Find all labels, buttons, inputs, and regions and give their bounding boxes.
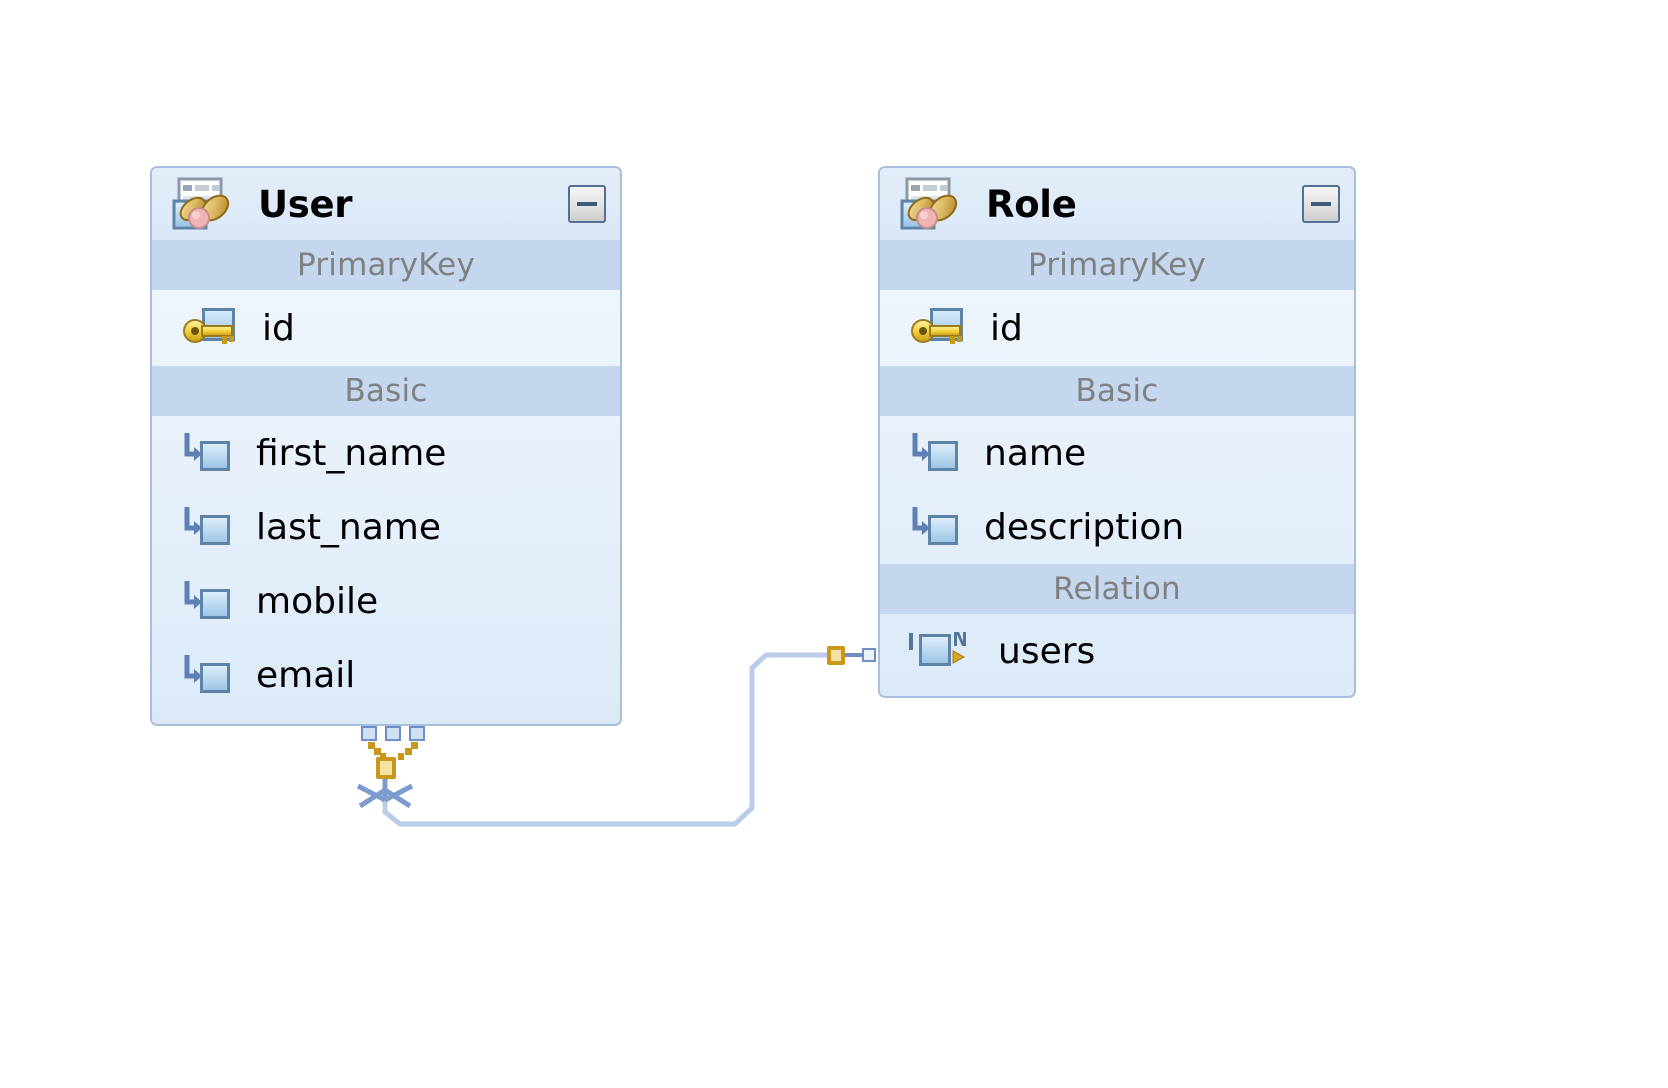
attribute-label-users: users — [998, 630, 1096, 672]
attribute-label-id: id — [262, 307, 295, 349]
primary-key-icon — [910, 305, 968, 351]
section-header-primarykey: PrimaryKey — [880, 240, 1354, 290]
entity-bean-icon — [168, 175, 232, 233]
attribute-row-id[interactable]: id — [152, 290, 620, 366]
section-header-basic: Basic — [880, 366, 1354, 416]
attribute-label-last-name: last_name — [256, 506, 442, 548]
attribute-row-description[interactable]: description — [880, 490, 1354, 564]
attribute-row-email[interactable]: email — [152, 638, 620, 712]
field-icon — [182, 652, 234, 698]
entity-user[interactable]: User PrimaryKey id Basic first_name last… — [150, 166, 622, 726]
entity-role-header[interactable]: Role — [880, 168, 1354, 240]
entity-user-title: User — [258, 182, 353, 226]
entity-role-collapse-button[interactable] — [1302, 185, 1340, 223]
attribute-row-last-name[interactable]: last_name — [152, 490, 620, 564]
attribute-label-email: email — [256, 654, 356, 696]
entity-bean-icon — [896, 175, 960, 233]
one-to-many-relation-icon — [904, 627, 970, 675]
entity-user-collapse-button[interactable] — [568, 185, 606, 223]
attribute-label-name: name — [984, 432, 1087, 474]
minus-icon — [577, 202, 597, 206]
section-header-relation: Relation — [880, 564, 1354, 614]
section-header-primarykey: PrimaryKey — [152, 240, 620, 290]
attribute-label-id: id — [990, 307, 1023, 349]
field-icon — [910, 504, 962, 550]
attribute-row-mobile[interactable]: mobile — [152, 564, 620, 638]
attribute-label-mobile: mobile — [256, 580, 379, 622]
attribute-row-id[interactable]: id — [880, 290, 1354, 366]
diagram-canvas: User PrimaryKey id Basic first_name last… — [0, 0, 1668, 1088]
field-icon — [182, 430, 234, 476]
entity-user-header[interactable]: User — [152, 168, 620, 240]
field-icon — [182, 504, 234, 550]
attribute-label-first-name: first_name — [256, 432, 447, 474]
entity-role-title: Role — [986, 182, 1077, 226]
minus-icon — [1311, 202, 1331, 206]
entity-role[interactable]: Role PrimaryKey id Basic name descriptio… — [878, 166, 1356, 698]
attribute-row-name[interactable]: name — [880, 416, 1354, 490]
field-icon — [910, 430, 962, 476]
attribute-row-users[interactable]: users — [880, 614, 1354, 688]
primary-key-icon — [182, 305, 240, 351]
section-header-basic: Basic — [152, 366, 620, 416]
attribute-row-first-name[interactable]: first_name — [152, 416, 620, 490]
attribute-label-description: description — [984, 506, 1185, 548]
field-icon — [182, 578, 234, 624]
